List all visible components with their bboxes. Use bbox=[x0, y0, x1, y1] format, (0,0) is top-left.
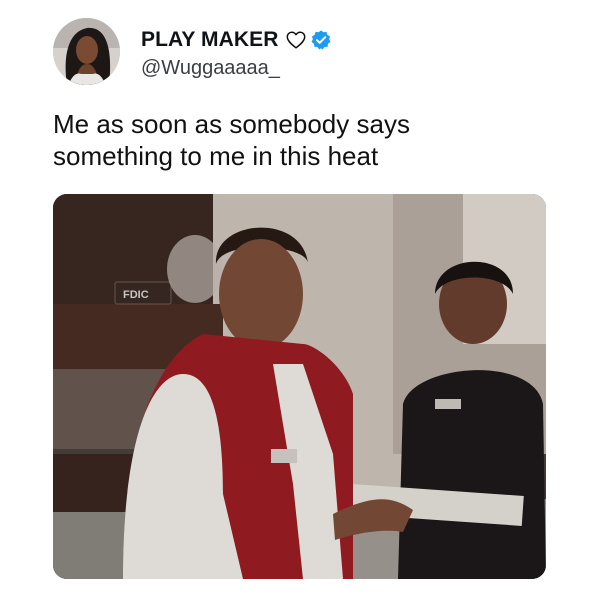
tweet-card: PLAY MAKER @Wuggaaaaa_ Me as soon as som… bbox=[0, 0, 599, 599]
tweet-media-image[interactable]: FDIC bbox=[53, 194, 546, 579]
heart-outline-icon bbox=[285, 29, 307, 51]
verified-badge-icon bbox=[310, 29, 332, 51]
tweet-text: Me as soon as somebody says something to… bbox=[53, 109, 410, 171]
display-name[interactable]: PLAY MAKER bbox=[141, 28, 279, 52]
user-handle[interactable]: @Wuggaaaaa_ bbox=[141, 57, 280, 80]
author-name-row: PLAY MAKER bbox=[141, 27, 332, 53]
avatar[interactable] bbox=[53, 18, 120, 85]
